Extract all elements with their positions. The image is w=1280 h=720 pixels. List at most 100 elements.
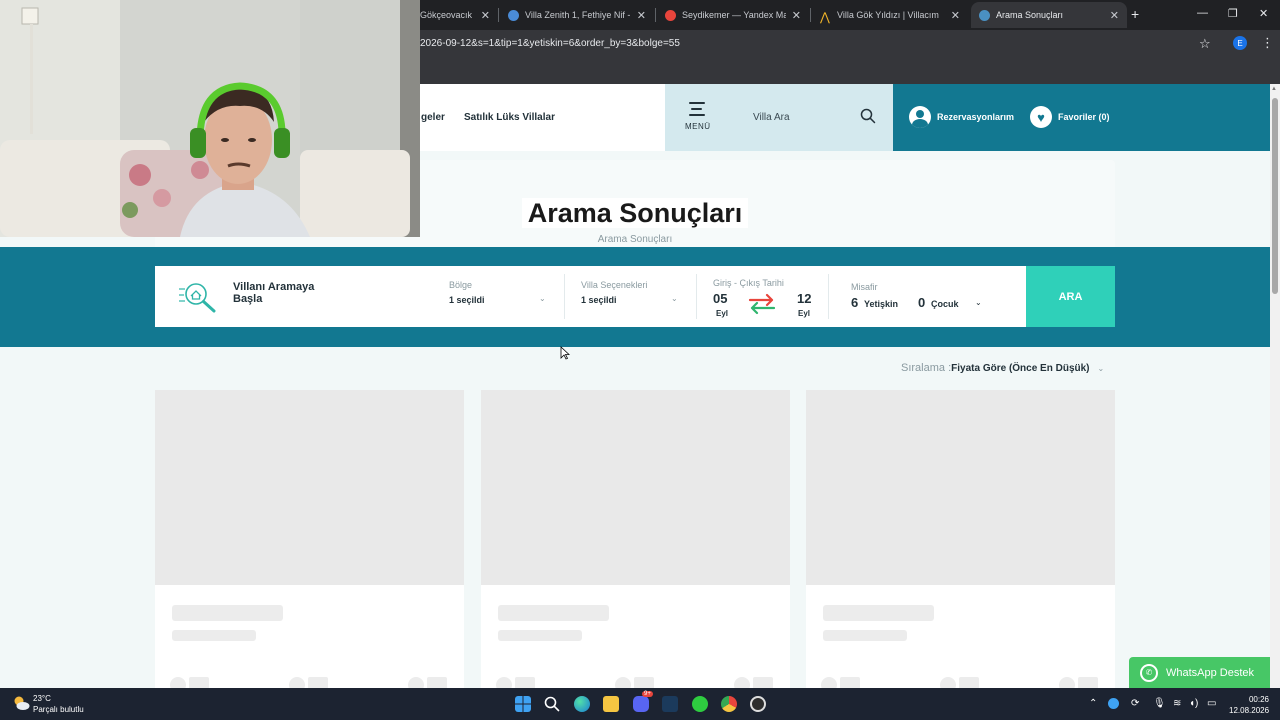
chrome-icon[interactable] [721,696,737,712]
search-band: Villanı Aramaya Başla Bölge 1 seçildi ⌄ … [0,247,1270,347]
browser-tab[interactable]: Gökçeovacık M ✕ [412,2,498,28]
nav-link-luxury-villas[interactable]: Satılık Lüks Villalar [464,112,555,123]
app-icon[interactable] [692,696,708,712]
adults-label: Yetişkin [864,299,899,309]
sync-icon[interactable]: ⟳ [1131,698,1139,709]
sort-label: Sıralama : [901,362,952,374]
browser-tab-active[interactable]: Arama Sonuçları ✕ [971,2,1127,28]
webcam-picture [0,0,420,237]
minimize-icon[interactable]: — [1197,7,1208,19]
checkin-day[interactable]: 05 [713,291,727,306]
edge-browser-icon[interactable] [574,696,590,712]
tab-close-icon[interactable]: ✕ [481,9,490,22]
tab-title: Villa Gök Yıldızı | Villacım [837,10,939,20]
obs-icon[interactable] [750,696,766,712]
volume-icon[interactable]: ◖) [1189,698,1198,709]
search-form-title: Villanı Aramaya Başla [233,281,315,305]
wifi-icon[interactable]: ≋ [1173,698,1181,709]
tab-divider [810,8,811,22]
battery-icon[interactable]: ▭ [1207,698,1216,709]
restore-icon[interactable]: ❐ [1228,7,1238,20]
search-icon[interactable] [544,696,560,712]
tab-favicon-icon: ⋀ [820,9,830,24]
system-clock[interactable]: 00:26 12.08.2026 [1229,694,1269,716]
file-explorer-icon[interactable] [603,696,619,712]
children-count[interactable]: 0 [918,295,925,310]
discord-icon[interactable]: 9+ [633,691,653,712]
card-text-placeholder [959,677,979,688]
search-button[interactable]: ARA [1026,266,1115,327]
card-subtitle-placeholder [823,630,907,641]
page-title: Arama Sonuçları [521,198,749,228]
card-text-placeholder [515,677,535,688]
nav-link-partial[interactable]: geler [421,112,445,123]
card-text-placeholder [427,677,447,688]
tab-close-icon[interactable]: ✕ [792,9,801,22]
card-subtitle-placeholder [498,630,582,641]
browser-tab[interactable]: ⋀ Villa Gök Yıldızı | Villacım ✕ [812,2,968,28]
tab-close-icon[interactable]: ✕ [951,9,960,22]
steam-icon[interactable] [662,696,678,712]
region-select[interactable]: 1 seçildi [449,295,485,305]
tab-title: Seydikemer — Yandex Maps [682,10,786,20]
windows-start-icon[interactable] [515,696,531,712]
card-icon-placeholder [1059,677,1075,688]
checkout-day[interactable]: 12 [797,291,811,306]
chevron-down-icon[interactable]: ⌄ [975,298,982,307]
account-bar: Rezervasyonlarım ♥ Favoriler (0) [893,84,1270,151]
taskbar: 23°C Parçalı bulutlu 9+ ⌃ ⟳ 🎙 ≋ ◖) ▭ 00:… [0,688,1280,720]
heart-icon[interactable]: ♥ [1030,106,1052,128]
partly-cloudy-icon[interactable] [12,695,30,711]
scroll-up-icon[interactable]: ▲ [1271,86,1277,92]
menu-label[interactable]: MENÜ [685,122,711,131]
villa-card-skeleton [155,390,464,688]
whatsapp-label: WhatsApp Destek [1166,666,1255,679]
card-icon-placeholder [496,677,512,688]
guests-label: Misafir [851,282,878,292]
address-bar[interactable]: 2026-09-12&s=1&tip=1&yetiskin=6&order_by… [420,38,680,49]
weather-condition[interactable]: Parçalı bulutlu [33,705,84,714]
chevron-down-icon[interactable]: ⌄ [671,294,678,303]
close-window-icon[interactable]: ✕ [1259,7,1268,20]
tab-favicon-icon [665,9,676,21]
house-search-icon [179,283,216,313]
card-icon-placeholder [170,677,186,688]
adults-count[interactable]: 6 [851,295,858,310]
chevron-down-icon[interactable]: ⌄ [539,294,546,303]
card-title-placeholder [498,605,609,621]
card-icon-placeholder [821,677,837,688]
favorites-link[interactable]: Favoriler (0) [1058,112,1110,122]
sort-select[interactable]: Sıralama :Fiyata Göre (Önce En Düşük) ⌄ [901,362,1104,374]
browser-tab[interactable]: Villa Zenith 1, Fethiye Nif - 8 ✕ [500,2,654,28]
profile-avatar[interactable]: E [1233,36,1247,50]
new-tab-icon[interactable]: + [1131,6,1139,22]
card-image-placeholder [806,390,1115,585]
sort-value: Fiyata Göre (Önce En Düşük) [951,363,1090,374]
villa-search-input[interactable]: Villa Ara [753,112,790,123]
search-icon[interactable] [860,108,876,124]
card-image-placeholder [155,390,464,585]
page-scrollbar[interactable]: ▲ [1270,84,1280,688]
tab-close-icon[interactable]: ✕ [637,9,646,22]
card-icon-placeholder [940,677,956,688]
scrollbar-thumb[interactable] [1272,98,1278,294]
villa-options-select[interactable]: 1 seçildi [581,295,617,305]
user-icon[interactable] [909,106,931,128]
microphone-icon[interactable]: 🎙 [1153,698,1166,709]
card-text-placeholder [840,677,860,688]
chevron-down-icon: ⌄ [1097,364,1105,373]
reservations-link[interactable]: Rezervasyonlarım [937,112,1014,122]
hamburger-menu-icon[interactable] [689,102,705,120]
browser-tab[interactable]: Seydikemer — Yandex Maps ✕ [657,2,809,28]
tray-expand-icon[interactable]: ⌃ [1089,698,1097,709]
whatsapp-support-button[interactable]: ✆ WhatsApp Destek [1129,657,1270,688]
bookmark-star-icon[interactable]: ☆ [1199,36,1211,52]
tab-close-icon[interactable]: ✕ [1110,9,1119,22]
field-divider [564,274,565,319]
swap-arrows-icon [748,293,776,315]
tray-app-icon[interactable] [1108,698,1119,709]
weather-temperature[interactable]: 23°C [33,694,51,703]
menu-search-box: MENÜ Villa Ara [665,84,893,151]
search-form: Villanı Aramaya Başla Bölge 1 seçildi ⌄ … [155,266,1115,327]
browser-menu-icon[interactable]: ⋮ [1261,35,1274,51]
